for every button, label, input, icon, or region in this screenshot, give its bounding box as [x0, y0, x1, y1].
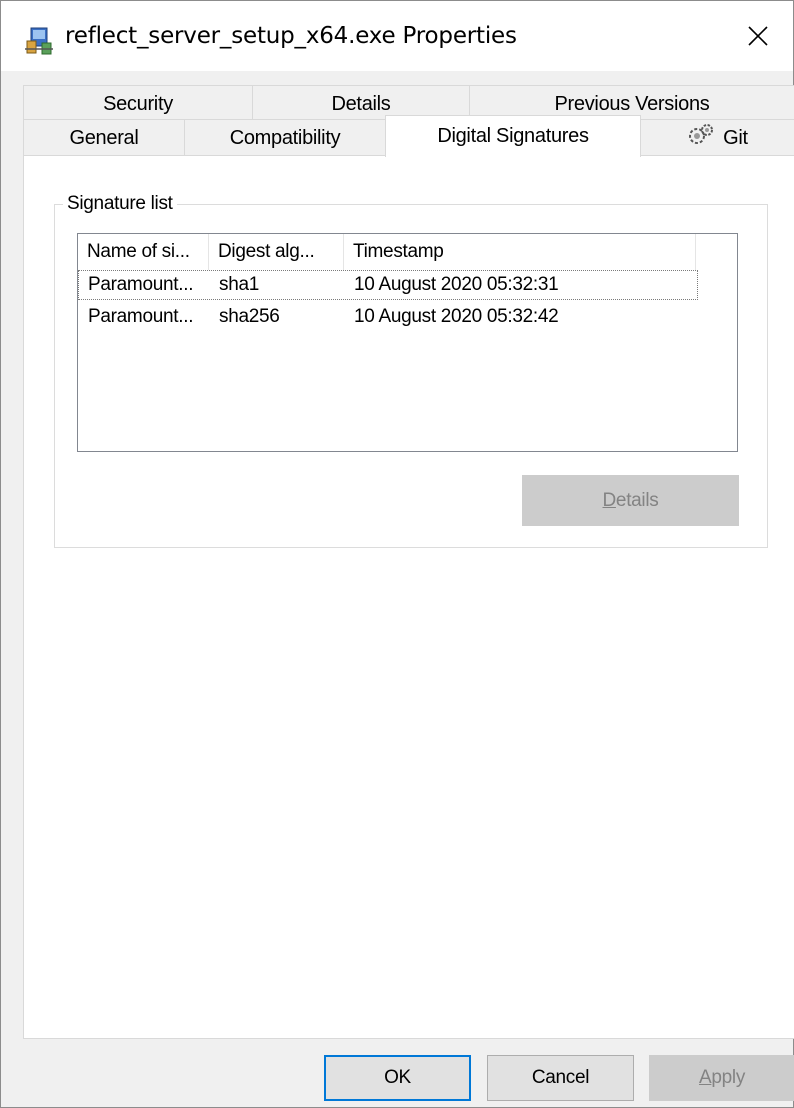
tab-security[interactable]: Security: [23, 85, 253, 123]
tab-digital-signatures[interactable]: Digital Signatures: [385, 115, 641, 157]
timestamp-cell: 10 August 2020 05:32:42: [354, 306, 559, 327]
properties-window: reflect_server_setup_x64.exe Properties …: [0, 0, 794, 1108]
tab-label: General: [69, 126, 139, 149]
signer-name-cell: Paramount...: [88, 274, 194, 295]
apply-button-label: Apply: [698, 1067, 746, 1088]
digest-cell: sha1: [219, 274, 260, 295]
tab-label: Details: [331, 92, 391, 115]
tab-git[interactable]: Git: [640, 119, 794, 157]
column-header-name[interactable]: Name of si...: [78, 234, 209, 270]
cancel-button[interactable]: Cancel: [487, 1055, 634, 1101]
column-header-digest[interactable]: Digest alg...: [209, 234, 344, 270]
ok-button-label: OK: [384, 1067, 411, 1088]
close-icon: [748, 26, 768, 46]
tab-compatibility[interactable]: Compatibility: [184, 119, 386, 157]
signer-name-cell: Paramount...: [88, 306, 194, 327]
installer-app-icon: [23, 25, 55, 57]
tab-label: Security: [103, 92, 173, 115]
list-header: Name of si... Digest alg... Timestamp: [78, 234, 737, 270]
tab-label: Previous Versions: [554, 92, 710, 115]
apply-button[interactable]: Apply: [649, 1055, 794, 1101]
digital-signatures-page: Signature list Name of si... Digest alg.…: [23, 155, 794, 1039]
tab-label: Compatibility: [229, 126, 341, 149]
details-button[interactable]: Details: [522, 475, 739, 526]
table-row[interactable]: Paramount... sha256 10 August 2020 05:32…: [78, 303, 698, 333]
tab-general[interactable]: General: [23, 119, 185, 157]
cancel-button-label: Cancel: [531, 1067, 590, 1088]
digest-cell: sha256: [219, 306, 280, 327]
tab-label: Git: [723, 126, 748, 149]
gears-icon: [687, 123, 715, 153]
column-header-timestamp[interactable]: Timestamp: [344, 234, 696, 270]
window-title: reflect_server_setup_x64.exe Properties: [65, 23, 517, 49]
ok-button[interactable]: OK: [324, 1055, 471, 1101]
signature-list[interactable]: Name of si... Digest alg... Timestamp Pa…: [77, 233, 738, 452]
signature-list-group: Signature list Name of si... Digest alg.…: [54, 193, 768, 548]
signature-list-label: Signature list: [63, 193, 177, 215]
close-button[interactable]: [723, 1, 793, 71]
timestamp-cell: 10 August 2020 05:32:31: [354, 274, 559, 295]
title-bar[interactable]: reflect_server_setup_x64.exe Properties: [1, 1, 793, 71]
tab-label: Digital Signatures: [437, 125, 589, 147]
table-row[interactable]: Paramount... sha1 10 August 2020 05:32:3…: [78, 270, 698, 300]
details-button-label: Details: [602, 489, 659, 511]
